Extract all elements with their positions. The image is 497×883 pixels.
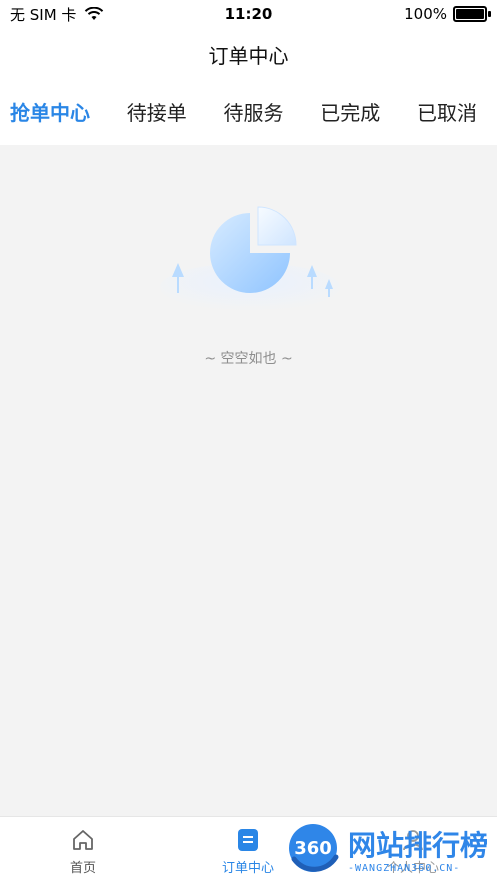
tab-label: 抢单中心 [10, 101, 90, 125]
tab-completed[interactable]: 已完成 [318, 95, 382, 145]
tab-pending-accept[interactable]: 待接单 [125, 95, 189, 145]
empty-state-illustration [160, 206, 340, 311]
tab-label: 已取消 [417, 101, 477, 125]
page-title: 订单中心 [208, 44, 289, 68]
order-tabs: 抢单中心 待接单 待服务 已完成 已取消 [0, 95, 497, 151]
nav-profile-label: 个人中心 [386, 861, 439, 876]
profile-icon [403, 830, 423, 851]
empty-state-text: ~ 空空如也 ~ [204, 351, 293, 367]
bottom-navigation: 首页 订单中心 个人中心 [0, 816, 497, 883]
nav-orders[interactable]: 订单中心 [203, 827, 293, 876]
tab-label: 待服务 [223, 101, 284, 125]
nav-profile[interactable]: 个人中心 [368, 827, 458, 876]
tab-pending-service[interactable]: 待服务 [222, 95, 286, 145]
nav-home-label: 首页 [69, 861, 96, 876]
tab-cancelled[interactable]: 已取消 [415, 95, 479, 145]
nav-orders-label: 订单中心 [221, 861, 274, 876]
tab-label: 待接单 [126, 101, 187, 125]
clock: 11:20 [224, 5, 273, 23]
orders-icon [238, 829, 258, 851]
home-icon [73, 830, 93, 850]
tab-label: 已完成 [320, 101, 381, 125]
status-bar: 无 SIM 卡 11:20 100% [0, 0, 497, 28]
battery-icon [453, 6, 491, 22]
nav-home[interactable]: 首页 [38, 827, 128, 876]
tab-grab-orders[interactable]: 抢单中心 [8, 95, 92, 151]
order-list-area[interactable]: ~ 空空如也 ~ [0, 145, 497, 817]
